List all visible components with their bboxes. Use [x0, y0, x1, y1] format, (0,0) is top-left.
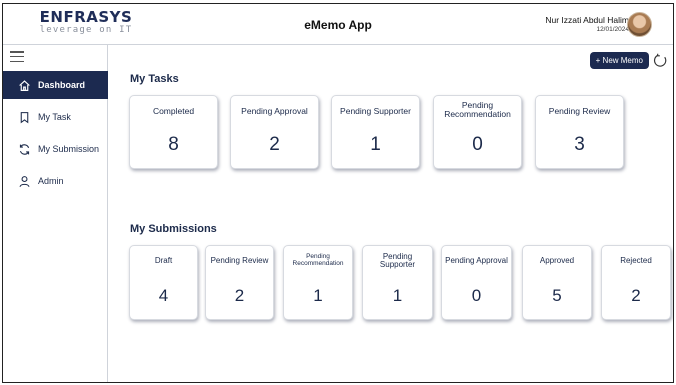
refresh-icon[interactable] — [653, 53, 668, 68]
card-value: 0 — [471, 286, 482, 305]
task-card-pending-approval[interactable]: Pending Approval 2 — [230, 95, 319, 169]
card-label: Pending Review — [210, 255, 269, 265]
bookmark-icon — [17, 110, 31, 124]
sidebar-item-label: Admin — [38, 176, 64, 186]
card-value: 5 — [552, 286, 562, 305]
card-value: 1 — [370, 134, 381, 155]
sidebar-item-dashboard[interactable]: Dashboard — [3, 71, 108, 99]
sidebar: Dashboard My Task My Submission Admin — [3, 45, 108, 382]
avatar[interactable] — [627, 12, 652, 37]
main-content: + New Memo My Tasks Completed 8 Pending … — [109, 45, 673, 382]
my-submissions-title: My Submissions — [130, 223, 217, 235]
card-value: 2 — [631, 286, 641, 305]
card-label: Pending Recommendation — [444, 100, 511, 119]
sidebar-item-label: Dashboard — [38, 80, 86, 90]
card-label: Pending Approval — [241, 105, 308, 116]
my-tasks-title: My Tasks — [130, 73, 179, 85]
card-value: 1 — [313, 286, 323, 305]
submission-card-pending-approval[interactable]: Pending Approval 0 — [441, 245, 512, 320]
sidebar-item-label: My Task — [38, 112, 71, 122]
sidebar-item-admin[interactable]: Admin — [3, 167, 108, 195]
card-value: 0 — [472, 134, 483, 155]
card-label: Draft — [154, 255, 173, 265]
card-label: Pending Review — [548, 105, 611, 116]
user-name: Nur Izzati Abdul Halim — [545, 15, 629, 25]
card-value: 2 — [269, 134, 280, 155]
submission-card-draft[interactable]: Draft 4 — [129, 245, 198, 320]
card-label: Completed — [152, 105, 195, 116]
sidebar-item-my-task[interactable]: My Task — [3, 103, 108, 131]
refresh-icon — [17, 142, 31, 156]
card-value: 3 — [574, 134, 585, 155]
user-info: Nur Izzati Abdul Halim 12/01/2024 — [545, 15, 629, 34]
submission-card-pending-recommendation[interactable]: Pending Recommendation 1 — [283, 245, 353, 320]
submission-card-pending-supporter[interactable]: Pending Supporter 1 — [362, 245, 433, 320]
top-header: ENFRASYS leverage on IT eMemo App Nur Iz… — [3, 4, 673, 45]
card-label: Pending Supporter — [379, 251, 416, 269]
card-value: 1 — [392, 286, 403, 305]
task-card-pending-recommendation[interactable]: Pending Recommendation 0 — [433, 95, 522, 169]
card-value: 8 — [168, 134, 179, 155]
home-icon — [17, 78, 31, 92]
card-label: Rejected — [620, 255, 652, 265]
task-card-pending-supporter[interactable]: Pending Supporter 1 — [331, 95, 420, 169]
user-icon — [17, 174, 31, 188]
card-label: Pending Supporter — [340, 105, 411, 116]
card-label: Pending Approval — [445, 255, 508, 265]
card-label: Pending Recommendation — [292, 253, 344, 267]
submission-card-approved[interactable]: Approved 5 — [522, 245, 592, 320]
user-date: 12/01/2024 — [596, 26, 629, 33]
sidebar-item-label: My Submission — [38, 144, 100, 154]
card-value: 4 — [158, 286, 169, 305]
submission-card-rejected[interactable]: Rejected 2 — [601, 245, 671, 320]
card-label: Approved — [539, 255, 575, 265]
menu-toggle-icon[interactable] — [10, 51, 24, 62]
card-value: 2 — [234, 286, 245, 305]
task-card-completed[interactable]: Completed 8 — [129, 95, 218, 169]
task-card-pending-review[interactable]: Pending Review 3 — [535, 95, 624, 169]
sidebar-item-my-submission[interactable]: My Submission — [3, 135, 108, 163]
submission-card-pending-review[interactable]: Pending Review 2 — [205, 245, 274, 320]
app-window: ENFRASYS leverage on IT eMemo App Nur Iz… — [2, 3, 674, 383]
new-memo-button[interactable]: + New Memo — [589, 52, 649, 69]
